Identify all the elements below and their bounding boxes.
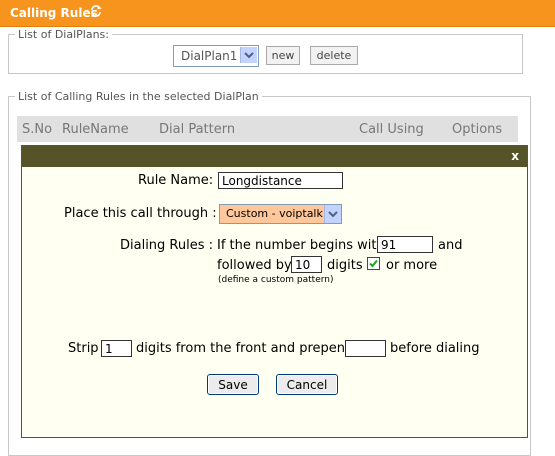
- trunk-select[interactable]: Custom - voiptalk: [219, 204, 342, 224]
- dialplan-select-value: DialPlan1: [181, 49, 238, 63]
- chevron-down-icon[interactable]: [240, 47, 257, 63]
- refresh-icon[interactable]: [89, 4, 103, 18]
- column-header: Dial Pattern: [159, 122, 236, 137]
- rule-name-input[interactable]: [218, 172, 343, 189]
- page-title: Calling Rules: [10, 6, 98, 20]
- or-more-text: or more: [386, 258, 438, 273]
- column-header: RuleName: [62, 122, 129, 137]
- prepend-input[interactable]: [345, 340, 386, 357]
- begins-with-text: If the number begins with: [217, 238, 385, 253]
- dialplans-legend: List of DialPlans:: [15, 28, 112, 41]
- dialplan-select[interactable]: DialPlan1: [173, 45, 259, 67]
- dialing-rules-label: Dialing Rules :: [120, 238, 214, 253]
- rules-table-header: S.No RuleName Dial Pattern Call Using Op…: [17, 116, 518, 142]
- strip-text: Strip: [68, 341, 99, 356]
- column-header: S.No: [22, 122, 53, 137]
- place-call-label: Place this call through :: [64, 206, 217, 221]
- before-dialing-text: before dialing: [390, 341, 480, 356]
- strip-digits-input[interactable]: [101, 340, 132, 357]
- edit-rule-dialog: x Rule Name: Place this call through : C…: [21, 145, 528, 438]
- new-dialplan-button[interactable]: new: [266, 46, 300, 65]
- dialog-titlebar: x: [22, 146, 527, 167]
- save-button[interactable]: Save: [207, 374, 259, 395]
- cancel-button[interactable]: Cancel: [276, 374, 338, 395]
- chevron-down-icon[interactable]: [324, 205, 341, 223]
- rule-name-label: Rule Name:: [138, 173, 214, 188]
- page-header: Calling Rules: [0, 0, 555, 27]
- begins-with-input[interactable]: [377, 236, 433, 253]
- or-more-checkbox[interactable]: [367, 257, 380, 270]
- front-prepend-text: digits from the front and prepend: [136, 341, 354, 356]
- followed-by-text: followed by: [217, 258, 292, 273]
- define-custom-pattern-link[interactable]: (define a custom pattern): [218, 275, 334, 285]
- and-text: and: [438, 238, 463, 253]
- column-header: Call Using: [359, 122, 424, 137]
- close-icon[interactable]: x: [511, 149, 519, 163]
- trunk-select-value: Custom - voiptalk: [226, 207, 323, 220]
- digits-text: digits: [327, 258, 363, 273]
- followed-by-input[interactable]: [291, 256, 322, 273]
- column-header: Options: [452, 122, 503, 137]
- rules-legend: List of Calling Rules in the selected Di…: [15, 90, 262, 103]
- delete-dialplan-button[interactable]: delete: [310, 46, 358, 65]
